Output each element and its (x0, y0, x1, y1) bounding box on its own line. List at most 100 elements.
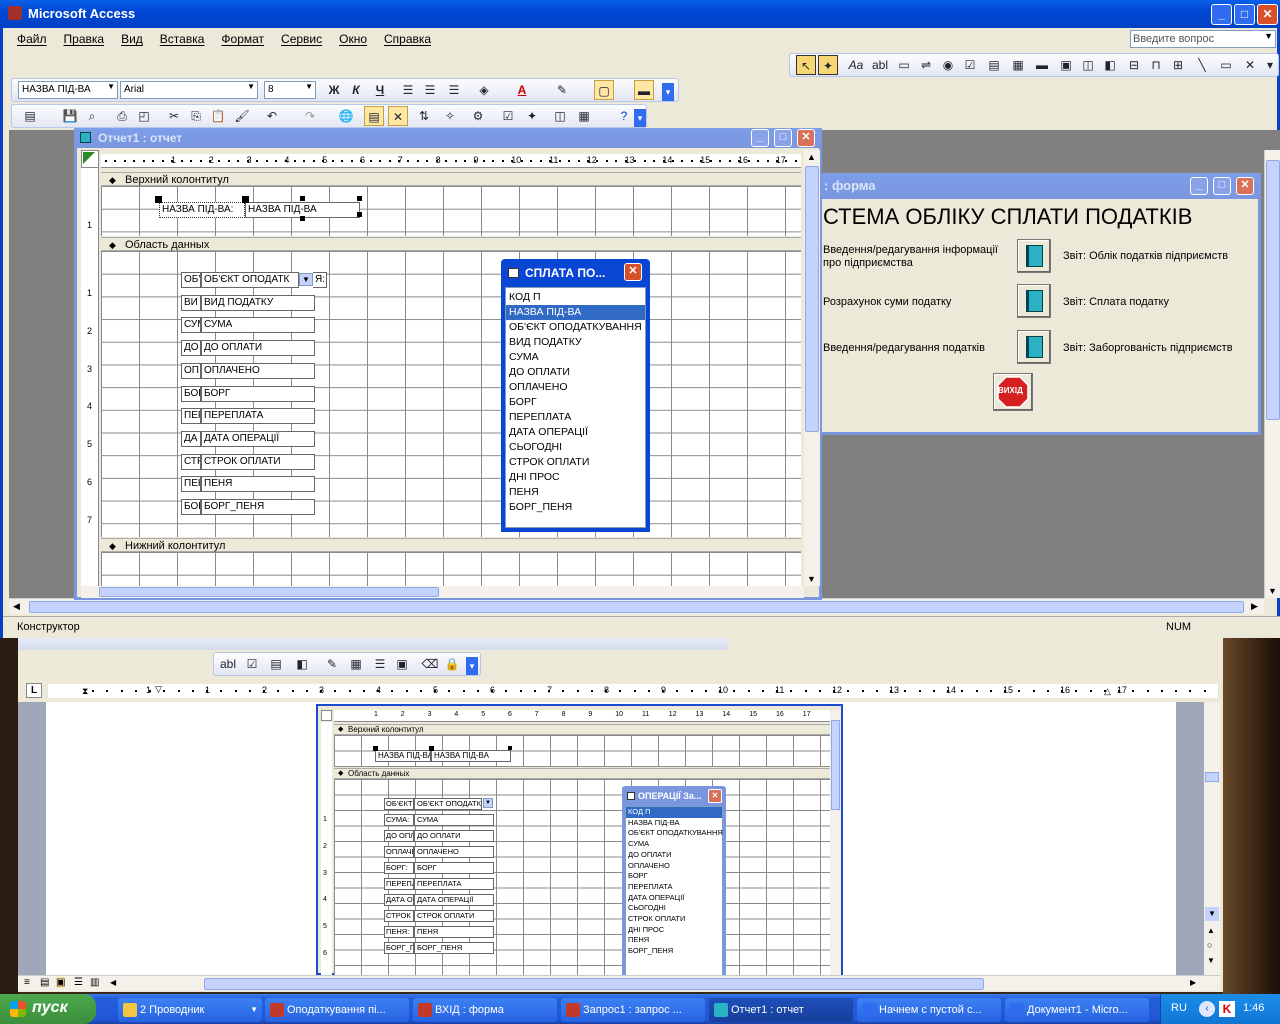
field-list-close-button[interactable]: ✕ (624, 263, 642, 281)
taskbar-item[interactable]: Запрос1 : запрос ... (561, 998, 705, 1022)
row-field[interactable]: ОПЛАЧЕНО (201, 362, 315, 379)
report-minimize-button[interactable]: _ (751, 129, 769, 147)
first-line-indent-icon[interactable]: ▽ (155, 684, 162, 695)
row-label[interactable]: БОР (181, 499, 201, 515)
object-select[interactable]: НАЗВА ПІД-ВА ▼ (18, 81, 118, 99)
menu-item-1[interactable]: Правка (64, 32, 105, 46)
row-label[interactable]: ОБ' (181, 272, 201, 288)
report-maximize-button[interactable]: □ (774, 129, 792, 147)
subform-icon[interactable]: ⊞ (1168, 55, 1188, 75)
format-painter-icon[interactable]: 🖌 (232, 106, 252, 126)
section-page-header[interactable]: ◆ Верхний колонтитул (101, 172, 801, 186)
font-select[interactable]: Arial ▼ (120, 81, 258, 99)
scroll-left-icon[interactable]: ◀ (110, 978, 116, 987)
resize-handle[interactable] (357, 212, 362, 217)
new-object-icon[interactable]: ▦ (574, 106, 594, 126)
font-color-icon[interactable]: A (512, 80, 532, 100)
scroll-up-icon[interactable]: ▲ (807, 152, 816, 162)
lock-icon[interactable]: 🔒 (442, 654, 462, 674)
start-button[interactable]: пуск (0, 994, 96, 1024)
field-list-item[interactable]: НАЗВА ПІД-ВА (506, 305, 645, 320)
copy-icon[interactable]: ⎘ (186, 106, 206, 126)
report-title-bar[interactable]: Отчет1 : отчет _ □ ✕ (74, 128, 822, 148)
row-field[interactable]: ПЕРЕПЛАТА (201, 408, 315, 425)
underline-button[interactable]: Ч (370, 80, 390, 100)
outline-view-icon[interactable]: ☰ (74, 977, 83, 988)
form-minimize-button[interactable]: _ (1190, 177, 1208, 195)
autoformat-icon[interactable]: ✧ (440, 106, 460, 126)
scroll-right-icon[interactable]: ▶ (1190, 978, 1196, 987)
menu-item-2[interactable]: Вид (121, 32, 143, 46)
horizontal-ruler[interactable]: 123456789101112131415161718 (101, 154, 801, 168)
prev-page-icon[interactable]: ▲ (1207, 926, 1215, 935)
form-maximize-button[interactable]: □ (1213, 177, 1231, 195)
row-field[interactable]: ДАТА ОПЕРАЦІЇ (201, 430, 315, 447)
taskbar-item[interactable]: 2 Проводник ▼ (118, 998, 262, 1022)
toggle-icon[interactable]: ⇌ (916, 55, 936, 75)
scroll-left-icon[interactable]: ◀ (13, 601, 20, 612)
more-controls-icon[interactable]: ✕ (1240, 55, 1260, 75)
taskbar-item[interactable]: Оподаткування пі... (265, 998, 409, 1022)
builder-icon[interactable]: ✦ (522, 106, 542, 126)
combobox-icon[interactable]: ▤ (266, 654, 286, 674)
toolbar-options-icon[interactable]: ▾ (466, 657, 478, 675)
report-horizontal-scrollbar[interactable] (81, 586, 804, 598)
line-width-icon[interactable]: ▢ (594, 80, 614, 100)
combo-dropdown-icon[interactable]: ▼ (299, 273, 313, 286)
field-list-item[interactable]: СТРОК ОПЛАТИ (506, 455, 645, 470)
ruler-corner[interactable] (81, 150, 99, 168)
field-list-item[interactable]: ДНІ ПРОС (506, 470, 645, 485)
scroll-down-icon[interactable]: ▼ (1205, 907, 1219, 921)
mdi-vertical-scrollbar[interactable]: ▼ (1264, 150, 1280, 598)
word-horizontal-ruler[interactable]: 1123456789101112131415161719⧗▽△ (48, 684, 1218, 698)
report-button-1[interactable] (1017, 239, 1051, 273)
align-left-icon[interactable]: ☰ (398, 80, 418, 100)
scroll-down-icon[interactable]: ▼ (1268, 586, 1277, 596)
resize-handle[interactable] (155, 196, 162, 203)
access-title-bar[interactable]: Microsoft Access _ □ ✕ (0, 0, 1280, 28)
help-box[interactable]: Введите вопрос ▼ (1130, 30, 1276, 48)
menu-item-0[interactable]: Файл (17, 32, 47, 46)
resize-handle[interactable] (300, 216, 305, 221)
taskbar-item[interactable]: Отчет1 : отчет (709, 998, 853, 1022)
minimize-button[interactable]: _ (1211, 4, 1232, 25)
report-close-button[interactable]: ✕ (797, 129, 815, 147)
form-close-button[interactable]: ✕ (1236, 177, 1254, 195)
row-field[interactable]: ВИД ПОДАТКУ (201, 294, 315, 311)
font-size-select[interactable]: 8 ▼ (264, 81, 316, 99)
field-list-item[interactable]: СУМА (506, 350, 645, 365)
image-icon[interactable]: ▣ (1056, 55, 1076, 75)
properties-icon[interactable]: ☑ (498, 106, 518, 126)
row-label[interactable]: ВИ (181, 294, 201, 311)
table-icon[interactable]: ▦ (346, 654, 366, 674)
back-icon[interactable]: ‹ (1199, 1001, 1215, 1017)
sorting-icon[interactable]: ⇅ (414, 106, 434, 126)
section-page-footer[interactable]: ◆ Нижний колонтитул (101, 538, 801, 552)
checkbox-icon[interactable]: ☑ (242, 654, 262, 674)
resize-handle[interactable] (357, 196, 362, 201)
field-icon[interactable]: ▣ (392, 654, 412, 674)
menu-item-6[interactable]: Окно (339, 32, 367, 46)
field-list-item[interactable]: ОПЛАЧЕНО (506, 380, 645, 395)
unbound-frame-icon[interactable]: ◫ (1078, 55, 1098, 75)
bound-frame-icon[interactable]: ◧ (1100, 55, 1120, 75)
word-vertical-scrollbar[interactable]: ▼ ▲ ○ ▼ (1204, 702, 1220, 975)
embedded-report-picture[interactable]: 123456789101112131415161718 123456 ◆ Вер… (316, 704, 843, 977)
print-view-icon[interactable]: ▣ (56, 977, 66, 988)
menu-item-3[interactable]: Вставка (160, 32, 205, 46)
select-objects-icon[interactable]: ↖ (796, 55, 816, 75)
italic-button[interactable]: К (346, 80, 366, 100)
field-list-item[interactable]: ВИД ПОДАТКУ (506, 335, 645, 350)
hyperlink-icon[interactable]: 🌐 (336, 106, 356, 126)
page-footer-grid[interactable] (101, 552, 801, 586)
redo-icon[interactable]: ↷ (300, 106, 320, 126)
textbox-icon[interactable]: abl (870, 55, 890, 75)
search-icon[interactable]: ⌕ (82, 106, 102, 126)
row-label[interactable]: СТР (181, 453, 201, 470)
row-field[interactable]: ОБ'ЄКТ ОПОДАТК (201, 272, 299, 288)
vertical-ruler[interactable]: 1 2 3 4 5 6 7 1 (81, 168, 99, 586)
menu-item-5[interactable]: Сервис (281, 32, 322, 46)
combobox-icon[interactable]: ▤ (984, 55, 1004, 75)
row-field[interactable]: БОРГ (201, 385, 315, 402)
help-icon[interactable]: ? (614, 106, 634, 126)
